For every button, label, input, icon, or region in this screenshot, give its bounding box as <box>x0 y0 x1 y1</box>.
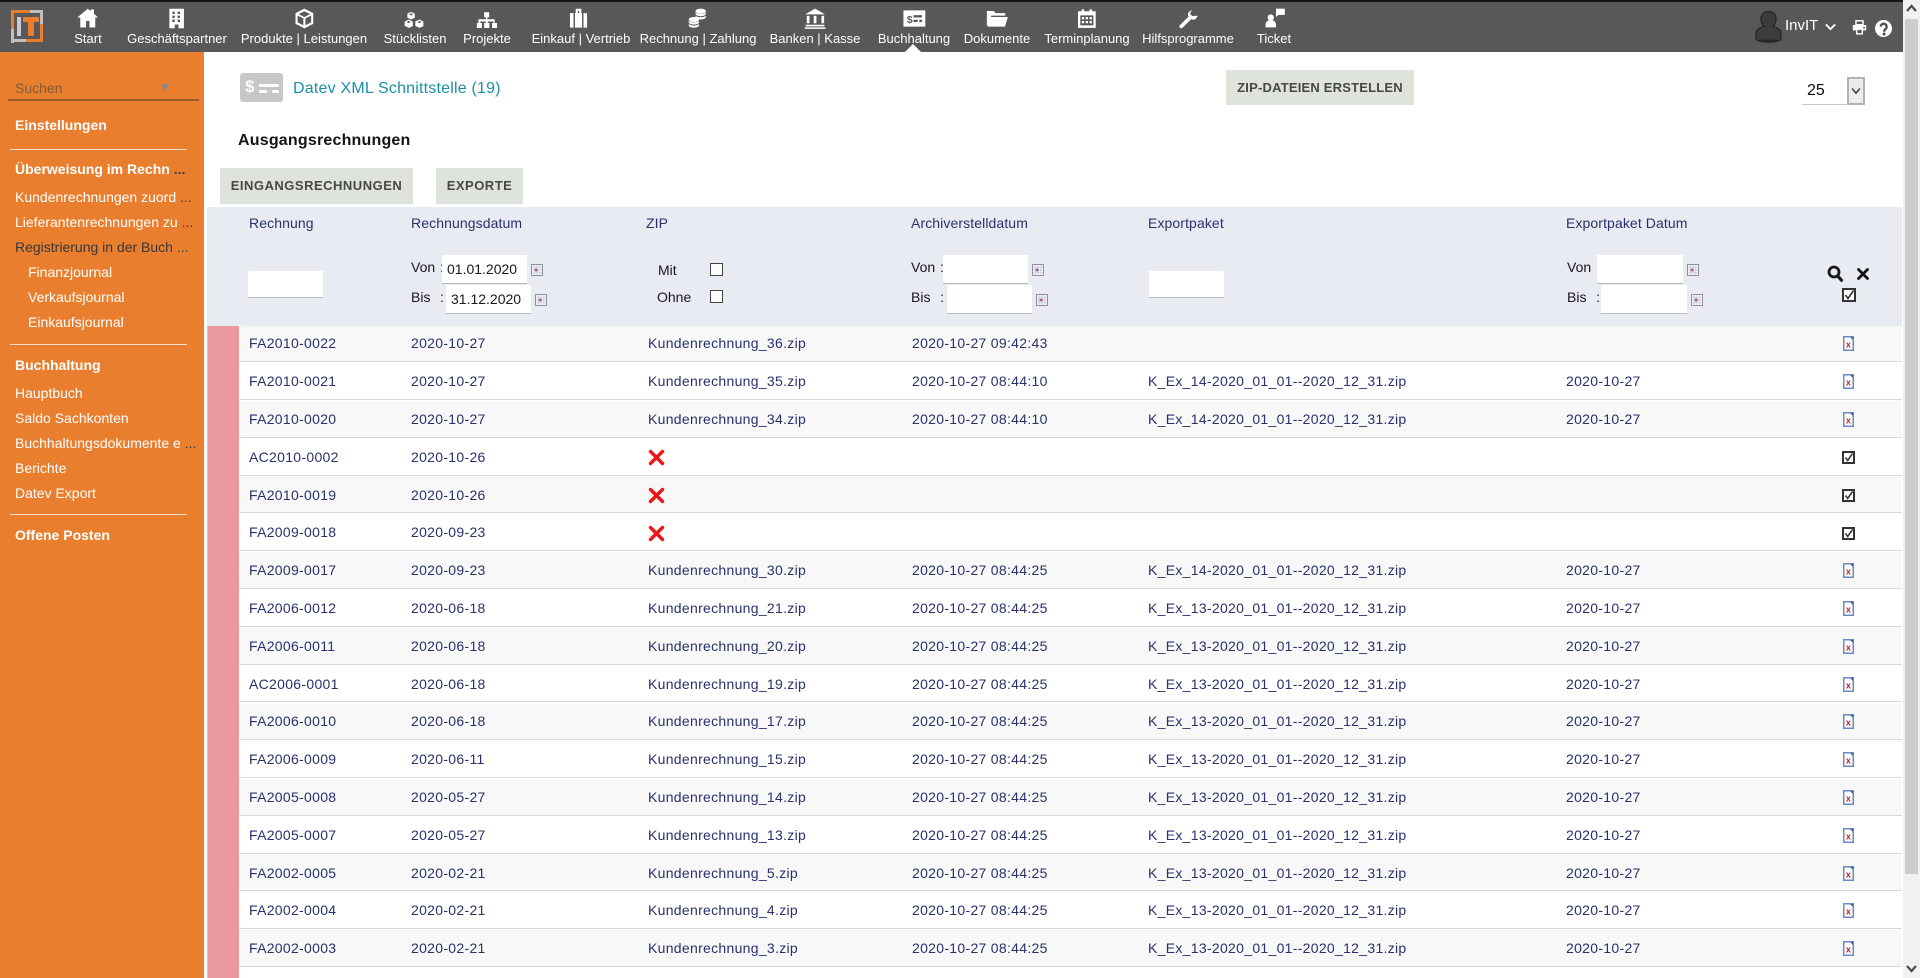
svg-text:x: x <box>1846 907 1851 917</box>
svg-text:x: x <box>1846 605 1851 615</box>
svg-text:x: x <box>1846 416 1851 426</box>
svg-text:x: x <box>1846 681 1851 691</box>
svg-text:x: x <box>1846 340 1851 350</box>
svg-text:x: x <box>1846 567 1851 577</box>
svg-text:x: x <box>1846 718 1851 728</box>
svg-text:x: x <box>1846 643 1851 653</box>
svg-text:x: x <box>1846 870 1851 880</box>
svg-text:x: x <box>1846 378 1851 388</box>
svg-text:x: x <box>1846 756 1851 766</box>
svg-text:x: x <box>1846 794 1851 804</box>
svg-text:$: $ <box>907 15 913 26</box>
svg-text:x: x <box>1846 945 1851 955</box>
svg-text:x: x <box>1846 832 1851 842</box>
